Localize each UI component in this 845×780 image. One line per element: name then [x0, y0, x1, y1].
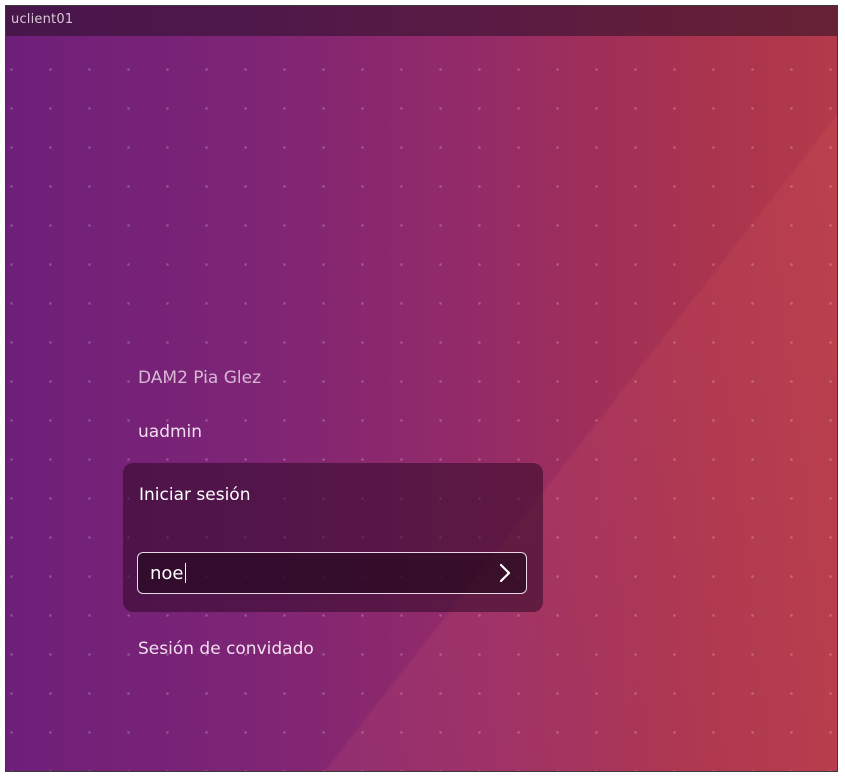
password-field[interactable]: noe [137, 552, 527, 594]
hostname-label: uclient01 [11, 12, 74, 27]
login-screen: uclient01 DAM2 Pia Glez uadmin Iniciar s… [5, 5, 838, 772]
chevron-right-icon[interactable] [494, 562, 516, 584]
background-dot-grid [6, 36, 837, 771]
selected-login-label: Iniciar sesión [139, 485, 251, 505]
user-entry-dam2-pia-glez[interactable]: DAM2 Pia Glez [138, 368, 261, 388]
password-input-value[interactable]: noe [150, 563, 186, 584]
login-box: Iniciar sesión noe [123, 463, 543, 612]
top-panel: uclient01 [6, 6, 837, 36]
password-text: noe [150, 563, 184, 584]
guest-session-entry[interactable]: Sesión de convidado [138, 639, 314, 659]
text-caret [184, 563, 186, 583]
user-entry-uadmin[interactable]: uadmin [138, 422, 202, 442]
